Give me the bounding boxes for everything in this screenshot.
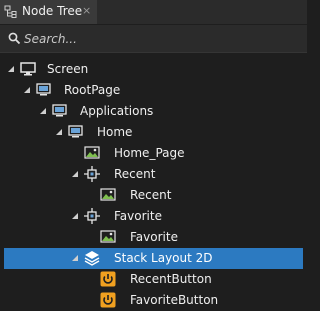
- tree-item-label: RootPage: [64, 83, 121, 97]
- button-icon: [100, 292, 116, 308]
- tree-item-label: RecentButton: [130, 272, 212, 286]
- tree-item-label: Home_Page: [114, 146, 185, 160]
- page-icon: [52, 103, 68, 119]
- tree-item-label: Recent: [114, 167, 156, 181]
- expand-arrow-icon[interactable]: [40, 108, 46, 114]
- page-icon: [36, 82, 52, 98]
- button-icon: [100, 271, 116, 287]
- image-icon: [84, 145, 100, 161]
- tree-item-screen[interactable]: Screen: [0, 59, 307, 80]
- expand-arrow-icon[interactable]: [72, 171, 78, 177]
- tree-item-label: FavoriteButton: [130, 293, 219, 307]
- tree-item-label: Home: [97, 125, 133, 139]
- tree-item-recent[interactable]: Recent: [0, 164, 307, 185]
- expand-arrow-icon[interactable]: [56, 129, 62, 135]
- image-icon: [100, 187, 116, 203]
- tab-title: Node Tree: [22, 4, 83, 18]
- tree-item-label: Favorite: [114, 209, 162, 223]
- expand-arrow-icon[interactable]: [72, 255, 78, 261]
- expand-arrow-icon[interactable]: [24, 87, 30, 93]
- tree-item-label: Stack Layout 2D: [114, 251, 213, 265]
- tree-item-home-page[interactable]: Home_Page: [0, 143, 307, 164]
- node-icon: [84, 166, 100, 182]
- search-icon: [8, 32, 21, 48]
- node-tree-icon: [4, 5, 18, 22]
- tree-item-label: Favorite: [130, 230, 178, 244]
- layers-icon: [84, 250, 100, 266]
- tree-item-rootpage[interactable]: RootPage: [0, 80, 307, 101]
- tree-item-label: Applications: [80, 104, 154, 118]
- close-icon[interactable]: ×: [82, 4, 91, 17]
- tree-item-recent-button[interactable]: RecentButton: [0, 269, 307, 290]
- tree-item-label: Recent: [130, 188, 172, 202]
- page-icon: [68, 124, 84, 140]
- expand-arrow-icon[interactable]: [72, 213, 78, 219]
- node-icon: [84, 208, 100, 224]
- tree-item-label: Screen: [47, 62, 89, 76]
- expand-arrow-icon[interactable]: [8, 66, 14, 72]
- tree-item-applications[interactable]: Applications: [0, 101, 307, 122]
- tree-item-home[interactable]: Home: [0, 122, 307, 143]
- tree-item-recent-image[interactable]: Recent: [0, 185, 307, 206]
- tree-item-favorite-image[interactable]: Favorite: [0, 227, 307, 248]
- monitor-icon: [20, 61, 36, 77]
- search-bar: [0, 25, 307, 53]
- tree-item-favorite-button[interactable]: FavoriteButton: [0, 290, 307, 311]
- tab-bar: Node Tree ×: [0, 0, 307, 24]
- tab-node-tree[interactable]: Node Tree ×: [0, 0, 97, 24]
- search-input[interactable]: [24, 30, 294, 48]
- image-icon: [100, 229, 116, 245]
- tree-item-stack-layout-2d[interactable]: Stack Layout 2D: [4, 248, 303, 269]
- tree-item-favorite[interactable]: Favorite: [0, 206, 307, 227]
